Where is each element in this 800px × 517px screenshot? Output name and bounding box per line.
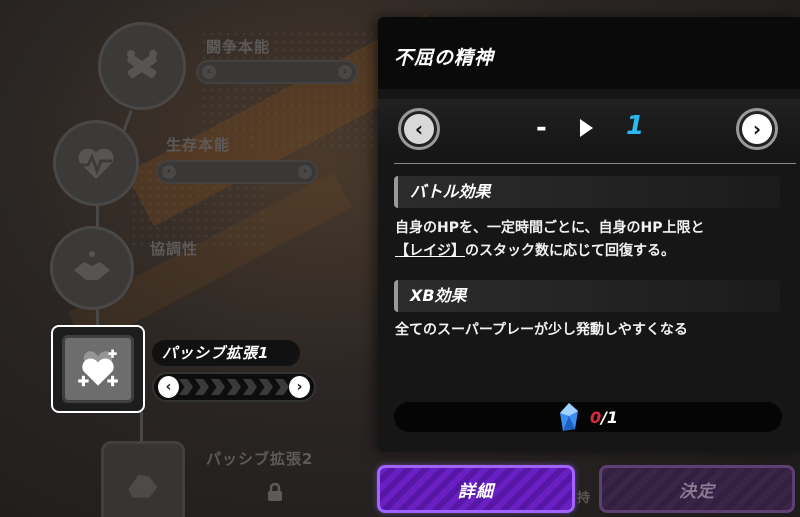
divider [394, 163, 796, 164]
chevron-left-icon: ‹ [202, 65, 216, 79]
chevron-right-icon: › [338, 65, 352, 79]
crossed-arms-icon [127, 50, 157, 79]
progress-chevron [259, 379, 273, 395]
cost-indicator: 0/1 [394, 402, 782, 432]
skill-node-progress: ‹ › [196, 60, 358, 84]
level-next: 1 [626, 111, 645, 141]
chevron-left-icon[interactable]: ‹ [158, 376, 179, 398]
fist-icon [128, 474, 158, 498]
skill-node-cooperation[interactable] [50, 226, 134, 310]
level-selector: ‹ - 1 › [378, 99, 800, 155]
rage-keyword[interactable]: 【レイジ】 [395, 243, 465, 259]
cost-need: 1 [606, 407, 619, 427]
skill-node-fighting-instinct[interactable] [98, 22, 186, 110]
battle-effect-line1: 自身のHPを、一定時間ごとに、自身のHP上限と [395, 220, 705, 236]
tree-connector [140, 412, 143, 442]
progress-chevron [275, 379, 289, 395]
skill-node-passive-expansion-2[interactable] [101, 441, 185, 517]
battle-effect-line2-rest: のスタック数に応じて回復する。 [465, 243, 675, 259]
xb-effect-description: 全てのスーパープレーが少し発動しやすくなる [395, 322, 688, 338]
progress-chevron [211, 379, 225, 395]
game-screen: 闘争本能 ‹ › 生存本能 ‹ › 協調性 パッシブ拡張1 ‹ › パッシブ拡張… [0, 0, 800, 517]
progress-chevron [227, 379, 241, 395]
skill-node-label: 協調性 [150, 240, 199, 258]
panel-title: 不屈の精神 [378, 17, 800, 89]
skill-node-icon-frame [62, 335, 134, 403]
handshake-icon [74, 251, 110, 280]
play-arrow-icon [580, 119, 593, 137]
background-text: 持 [577, 491, 591, 506]
chevron-right-icon: › [742, 114, 772, 144]
active-skill-progress: ‹ › [152, 372, 316, 402]
skill-node-label: パッシブ拡張2 [206, 450, 314, 468]
skill-node-passive-expansion-1[interactable] [51, 325, 145, 413]
chevron-left-icon: ‹ [404, 114, 434, 144]
active-skill-label: パッシブ拡張1 [152, 340, 300, 366]
tree-connector [122, 110, 133, 132]
skill-node-label: 生存本能 [166, 136, 231, 154]
cost-text: 0/1 [590, 408, 618, 427]
progress-chevrons [179, 379, 289, 395]
heart-plus-icon [78, 349, 118, 387]
chevron-right-icon: › [298, 165, 312, 179]
level-next-button[interactable]: › [736, 108, 778, 150]
skill-node-progress: ‹ › [156, 160, 318, 184]
crystal-icon [559, 403, 578, 431]
progress-chevron [195, 379, 209, 395]
xb-effect-heading: XB効果 [394, 280, 780, 312]
chevron-left-icon: ‹ [162, 165, 176, 179]
battle-effect-line2: 【レイジ】のスタック数に応じて回復する。 [395, 240, 795, 263]
confirm-button[interactable]: 決定 [599, 465, 795, 513]
progress-chevron [179, 379, 193, 395]
cost-have: 0 [589, 407, 602, 427]
battle-effect-heading: バトル効果 [394, 176, 780, 208]
skill-node-survival-instinct[interactable] [53, 120, 139, 206]
battle-effect-description: 自身のHPを、一定時間ごとに、自身のHP上限と 【レイジ】のスタック数に応じて回… [395, 217, 795, 263]
level-prev-button[interactable]: ‹ [398, 108, 440, 150]
skill-node-label: 闘争本能 [206, 38, 271, 56]
lock-icon [268, 482, 282, 501]
heart-pulse-icon [78, 148, 114, 179]
progress-chevron [243, 379, 257, 395]
skill-detail-panel: 不屈の精神 ‹ - 1 › バトル効果 自身のHPを、一定時間ごとに、自身のHP… [378, 17, 800, 452]
detail-button[interactable]: 詳細 [377, 465, 575, 513]
chevron-right-icon[interactable]: › [289, 376, 310, 398]
level-current: - [536, 113, 547, 143]
